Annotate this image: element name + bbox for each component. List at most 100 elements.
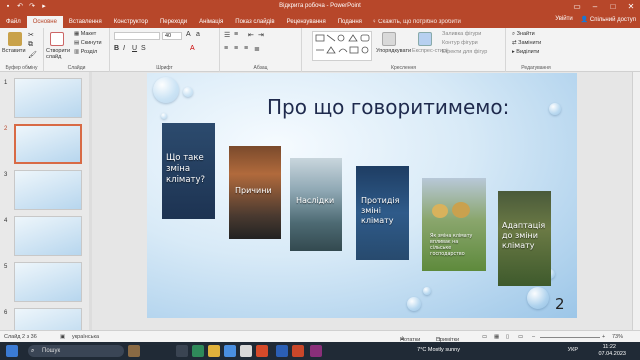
italic-icon[interactable]: I xyxy=(123,45,125,52)
zoom-level[interactable]: 73% xyxy=(612,334,623,340)
ribbon-options-icon[interactable]: ▭ xyxy=(568,0,586,14)
close-button[interactable]: ✕ xyxy=(622,0,640,14)
bold-icon[interactable]: B xyxy=(114,45,119,52)
tab-review[interactable]: Рецензування xyxy=(281,16,332,28)
sign-in-link[interactable]: Увійти xyxy=(555,16,572,23)
find-button[interactable]: ⌕ Знайти xyxy=(512,31,535,38)
windows-start-icon[interactable] xyxy=(6,345,18,357)
taskbar-search[interactable]: Пошук xyxy=(28,345,124,357)
task-view-icon[interactable] xyxy=(176,345,188,357)
shapes-gallery[interactable] xyxy=(312,31,372,61)
layout-button[interactable]: ▦ Макет xyxy=(74,31,96,37)
widget-icon[interactable] xyxy=(128,345,140,357)
thumbnail-slide-5[interactable]: 5 xyxy=(4,262,88,306)
thumbnail-slide-2[interactable]: 2 xyxy=(4,124,88,168)
reset-button[interactable]: ▤ Скинути xyxy=(74,40,102,46)
file-explorer-icon[interactable] xyxy=(208,345,220,357)
app-icon[interactable] xyxy=(310,345,322,357)
slide[interactable]: Про що говоритимемо: Що таке зміна кліма… xyxy=(147,73,577,318)
tab-design[interactable]: Конструктор xyxy=(108,16,154,28)
arrange-button[interactable]: Упорядкувати xyxy=(376,48,411,54)
edge-icon[interactable] xyxy=(192,345,204,357)
topic-card-adaptation[interactable]: Адаптація до зміни клімату xyxy=(498,191,551,286)
select-button[interactable]: ▸ Виділити xyxy=(512,49,539,55)
tab-transitions[interactable]: Переходи xyxy=(154,16,193,28)
topic-card-what-is[interactable]: Що таке зміна клімату? xyxy=(162,123,215,219)
office-icon[interactable] xyxy=(256,345,268,357)
weather-widget[interactable]: 7°C Mostly sunny xyxy=(417,347,460,353)
section-button[interactable]: ▥ Розділ xyxy=(74,49,97,55)
increase-indent-icon[interactable]: ⇥ xyxy=(258,31,264,39)
tab-insert[interactable]: Вставлення xyxy=(63,16,108,28)
slide-title[interactable]: Про що говоритимемо: xyxy=(267,95,567,119)
minimize-button[interactable]: – xyxy=(586,0,604,14)
reading-view-icon[interactable]: ▯ xyxy=(506,334,509,340)
replace-label: Замінити xyxy=(518,40,542,46)
maximize-button[interactable]: □ xyxy=(604,0,622,14)
font-label: Шрифт xyxy=(156,65,173,71)
font-size-field[interactable]: 40 xyxy=(162,32,182,40)
shape-fill-button[interactable]: Заливка фігури xyxy=(442,31,481,37)
sorter-view-icon[interactable]: ▦ xyxy=(494,334,499,340)
underline-icon[interactable]: U xyxy=(132,45,137,52)
thumbnail-slide-3[interactable]: 3 xyxy=(4,170,88,214)
font-color-icon[interactable]: A xyxy=(190,45,195,52)
slideshow-view-icon[interactable]: ▭ xyxy=(518,334,523,340)
zoom-slider[interactable] xyxy=(540,337,600,338)
share-icon: 👤 xyxy=(580,17,590,23)
topic-card-causes[interactable]: Причини xyxy=(229,146,281,239)
powerpoint-icon[interactable] xyxy=(292,345,304,357)
font-name-field[interactable] xyxy=(114,32,160,40)
spellcheck-icon[interactable]: ▣ xyxy=(60,334,65,340)
normal-view-icon[interactable]: ▭ xyxy=(482,334,487,340)
numbering-icon[interactable]: ≡ xyxy=(234,31,238,38)
shape-outline-button[interactable]: Контур фігури xyxy=(442,40,478,46)
clock-date[interactable]: 07.04.2023 xyxy=(598,351,626,357)
window-title: Відкрита робоча - PowerPoint xyxy=(279,3,361,9)
shadow-icon[interactable]: S xyxy=(141,45,146,52)
thumbnail-slide-6[interactable]: 6 xyxy=(4,308,88,330)
thumbnail-slide-4[interactable]: 4 xyxy=(4,216,88,260)
word-icon[interactable] xyxy=(276,345,288,357)
zoom-out-icon[interactable]: – xyxy=(532,334,535,340)
tab-file[interactable]: Файл xyxy=(0,16,27,28)
store-icon[interactable] xyxy=(224,345,236,357)
paste-button[interactable]: Вставити xyxy=(2,48,26,54)
shrink-font-icon[interactable]: a xyxy=(196,31,200,38)
bullets-icon[interactable]: ☰ xyxy=(224,31,230,39)
topic-card-counteraction[interactable]: Протидія зміні клімату xyxy=(356,166,409,260)
tab-slideshow[interactable]: Показ слайдів xyxy=(229,16,280,28)
tab-view[interactable]: Подання xyxy=(332,16,368,28)
topic-card-consequences[interactable]: Наслідки xyxy=(290,158,342,251)
slide-scrollbar[interactable] xyxy=(632,72,640,330)
copy-icon[interactable]: ⧉ xyxy=(28,41,33,49)
align-right-icon[interactable]: ≡ xyxy=(244,45,248,52)
zoom-in-icon[interactable]: + xyxy=(602,334,605,340)
chrome-icon[interactable] xyxy=(240,345,252,357)
topic-card-agriculture[interactable]: Як зміна клімату впливає на сільське гос… xyxy=(422,178,486,271)
format-painter-icon[interactable]: 🖌 xyxy=(28,51,37,59)
language-indicator[interactable]: українська xyxy=(72,334,99,340)
tell-me-search[interactable]: ♀ Скажіть, що потрібно зробити xyxy=(372,16,461,28)
language-indicator-tray[interactable]: УКР xyxy=(568,347,578,353)
justify-icon[interactable]: ≣ xyxy=(254,45,260,53)
grow-font-icon[interactable]: A xyxy=(186,31,191,38)
replace-button[interactable]: ⇄ Замінити xyxy=(512,40,541,46)
share-button[interactable]: 👤 Спільний доступ xyxy=(581,16,636,23)
thumbnail-slide-1[interactable]: 1 xyxy=(4,78,88,122)
paste-icon[interactable] xyxy=(8,32,22,46)
align-left-icon[interactable]: ≡ xyxy=(224,45,228,52)
clock-time[interactable]: 11:22 xyxy=(603,344,616,350)
quick-styles-icon[interactable] xyxy=(418,32,432,46)
align-center-icon[interactable]: ≡ xyxy=(234,45,238,52)
arrange-icon[interactable] xyxy=(382,32,396,46)
tab-animations[interactable]: Анімація xyxy=(193,16,229,28)
shape-effects-button[interactable]: Ефекти для фігур xyxy=(442,49,487,55)
tab-home[interactable]: Основне xyxy=(26,16,63,28)
new-slide-button[interactable]: Створити слайд xyxy=(46,48,72,60)
thumbnail-number: 2 xyxy=(4,126,8,132)
topic-card-label: Наслідки xyxy=(296,196,335,205)
new-slide-icon[interactable] xyxy=(50,32,64,46)
decrease-indent-icon[interactable]: ⇤ xyxy=(248,31,254,39)
cut-icon[interactable]: ✂ xyxy=(28,31,34,39)
